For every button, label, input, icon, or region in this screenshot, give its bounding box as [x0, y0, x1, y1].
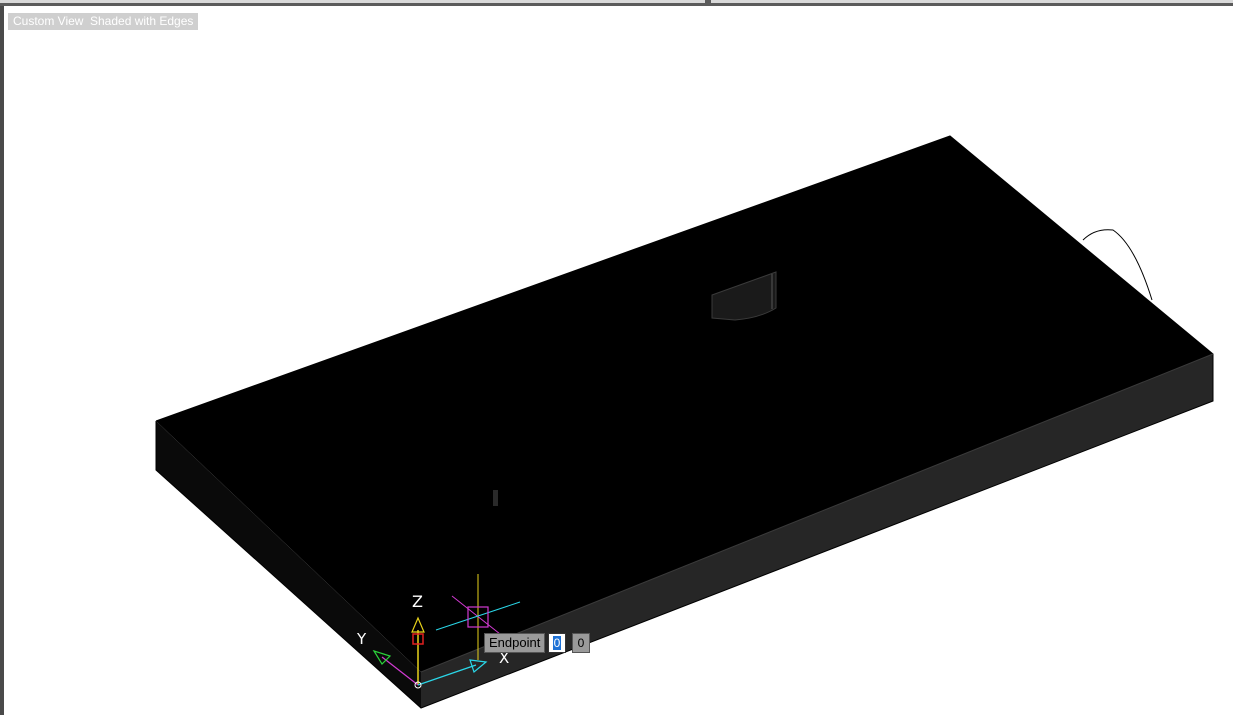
dynamic-input-x-value: 0 [552, 636, 562, 650]
ucs-z-label: Z [412, 592, 423, 611]
osnap-endpoint-tooltip: Endpoint [484, 633, 546, 653]
model-scene [155, 135, 1214, 709]
visual-style-control-button[interactable]: Shaded with Edges [85, 13, 199, 30]
small-notch [493, 490, 498, 506]
ucs-y-label: Y [357, 630, 367, 648]
dynamic-input-y-field[interactable]: 0 [572, 633, 590, 653]
dynamic-input-x-field[interactable]: 0 [548, 633, 566, 653]
view-control-button[interactable]: Custom View [8, 13, 89, 30]
